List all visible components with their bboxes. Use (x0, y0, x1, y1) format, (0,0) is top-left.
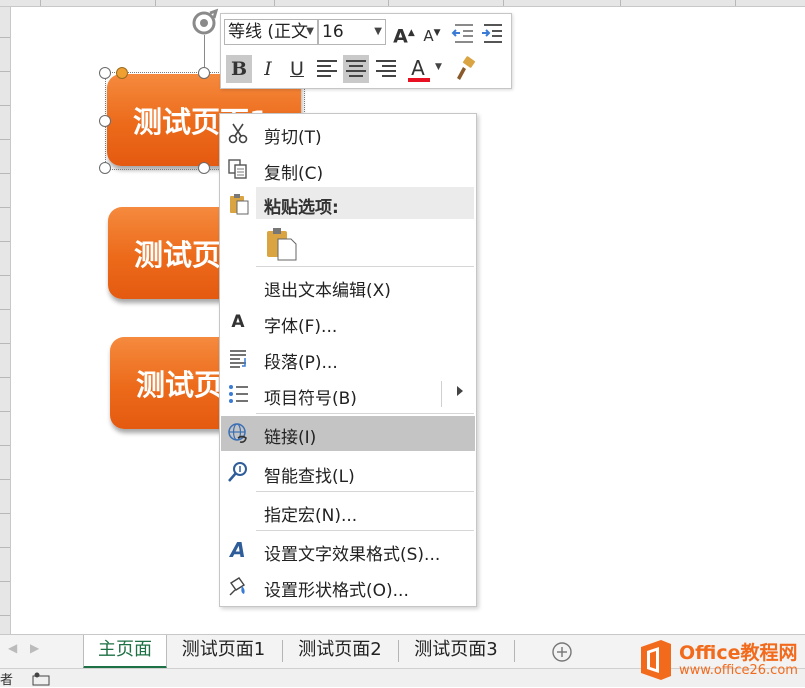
rotation-stem (204, 35, 205, 67)
resize-handle-bottom-left[interactable] (99, 162, 111, 174)
decrease-indent-icon[interactable] (451, 20, 477, 48)
menu-separator (256, 413, 474, 414)
paste-options-label: 粘贴选项: (264, 198, 339, 218)
menu-item-assign-macro[interactable]: 指定宏(N)... (221, 494, 475, 528)
shape-format-icon (229, 577, 246, 596)
status-text: 者 (0, 673, 14, 688)
rotate-handle-icon[interactable] (188, 7, 220, 39)
submenu-divider (441, 381, 442, 407)
shrink-font-icon[interactable]: A▼ (419, 19, 445, 47)
menu-item-copy[interactable]: 复制(C) (221, 152, 475, 186)
font-color-bar (408, 78, 430, 82)
menu-separator (256, 491, 474, 492)
add-sheet-icon[interactable] (551, 641, 573, 663)
tab-test-page-1[interactable]: 测试页面1 (167, 635, 280, 666)
underline-icon[interactable]: U (284, 55, 310, 83)
chevron-down-icon: ▼ (306, 26, 314, 37)
context-menu: 剪切(T) 复制(C) 粘贴选项: 退出文本编辑(X) A 字体(F)... 段… (219, 113, 477, 607)
tab-test-page-2[interactable]: 测试页面2 (284, 635, 396, 666)
format-painter-icon[interactable] (451, 56, 477, 84)
watermark: Office教程网 www.office26.com (637, 636, 805, 686)
menu-item-link[interactable]: 链接(I) (221, 416, 475, 451)
tab-divider (514, 640, 515, 662)
menu-label-assign-macro: 指定宏(N)... (264, 506, 358, 526)
menu-item-bullets[interactable]: 项目符号(B) (221, 377, 475, 411)
font-name-combo[interactable]: 等线 (正文 ▼ (224, 19, 318, 45)
mini-toolbar: 等线 (正文 ▼ 16 ▼ A▲ A▼ B I U A ▼ (220, 13, 512, 89)
tab-main[interactable]: 主页面 (83, 635, 167, 669)
resize-handle-top[interactable] (198, 67, 210, 79)
tab-test-page-3[interactable]: 测试页面3 (400, 635, 512, 666)
italic-icon[interactable]: I (255, 55, 281, 83)
menu-item-format-text-effects[interactable]: A 设置文字效果格式(S)... (221, 533, 475, 567)
grow-font-icon[interactable]: A▲ (391, 19, 417, 47)
tab-label: 主页面 (98, 639, 152, 660)
bullets-icon (229, 385, 248, 403)
submenu-arrow-icon (457, 386, 463, 396)
resize-handle-left[interactable] (99, 115, 111, 127)
macro-record-icon[interactable] (32, 672, 52, 686)
align-center-icon (346, 60, 366, 77)
tab-label: 测试页面2 (298, 639, 382, 660)
menu-label-exit-text-edit: 退出文本编辑(X) (264, 281, 391, 301)
tab-divider (398, 640, 399, 662)
menu-label-bullets: 项目符号(B) (264, 389, 357, 409)
copy-icon (228, 159, 247, 179)
font-size-value: 16 (322, 22, 344, 42)
scissors-icon (228, 123, 248, 144)
tab-label: 测试页面1 (181, 639, 266, 660)
office-logo-icon (641, 640, 671, 680)
chevron-down-icon[interactable]: ▼ (435, 62, 442, 72)
menu-label-format-shape: 设置形状格式(O)... (264, 581, 409, 601)
paste-icon (230, 194, 249, 215)
text-effects-icon: A (230, 538, 246, 562)
paste-options-header: 粘贴选项: (256, 187, 474, 219)
menu-separator (256, 530, 474, 531)
scroll-first-icon[interactable]: ◀ (8, 641, 17, 655)
smart-lookup-icon (228, 462, 247, 482)
tab-divider (282, 640, 283, 662)
menu-item-exit-text-edit[interactable]: 退出文本编辑(X) (221, 269, 475, 303)
menu-item-font[interactable]: A 字体(F)... (221, 305, 475, 339)
font-icon: A (231, 312, 245, 332)
tab-label: 测试页面3 (414, 639, 498, 660)
menu-label-cut: 剪切(T) (264, 128, 322, 148)
font-name-value: 等线 (正文 (228, 22, 309, 42)
align-center-button[interactable] (343, 55, 369, 83)
menu-item-format-shape[interactable]: 设置形状格式(O)... (221, 569, 475, 603)
menu-item-cut[interactable]: 剪切(T) (221, 116, 475, 150)
watermark-url: www.office26.com (679, 663, 798, 678)
menu-item-smart-lookup[interactable]: 智能查找(L) (221, 455, 475, 489)
align-right-icon[interactable] (373, 56, 399, 84)
watermark-brand: Office教程网 (679, 642, 798, 664)
paste-keep-source-icon[interactable] (264, 226, 300, 262)
menu-separator (256, 266, 474, 267)
font-color-icon[interactable]: A (405, 54, 431, 82)
increase-indent-icon[interactable] (480, 20, 506, 48)
menu-label-paragraph: 段落(P)... (264, 353, 338, 373)
scroll-next-icon[interactable]: ▶ (30, 641, 39, 655)
menu-item-paragraph[interactable]: 段落(P)... (221, 341, 475, 375)
row-header-strip (0, 7, 11, 634)
menu-label-smart-lookup: 智能查找(L) (264, 467, 355, 487)
font-size-combo[interactable]: 16 ▼ (318, 19, 386, 45)
chevron-down-icon: ▼ (374, 26, 382, 37)
menu-label-copy: 复制(C) (264, 164, 324, 184)
align-left-icon[interactable] (314, 56, 340, 84)
menu-label-format-text-effects: 设置文字效果格式(S)... (264, 545, 441, 565)
link-icon (228, 423, 247, 443)
resize-handle-top-left[interactable] (99, 67, 111, 79)
menu-label-font: 字体(F)... (264, 317, 338, 337)
resize-handle-bottom[interactable] (198, 162, 210, 174)
bold-icon[interactable]: B (226, 55, 252, 83)
menu-label-link: 链接(I) (264, 428, 317, 448)
adjust-handle[interactable] (116, 67, 128, 79)
paragraph-icon (230, 350, 246, 368)
column-header-strip (0, 0, 805, 7)
